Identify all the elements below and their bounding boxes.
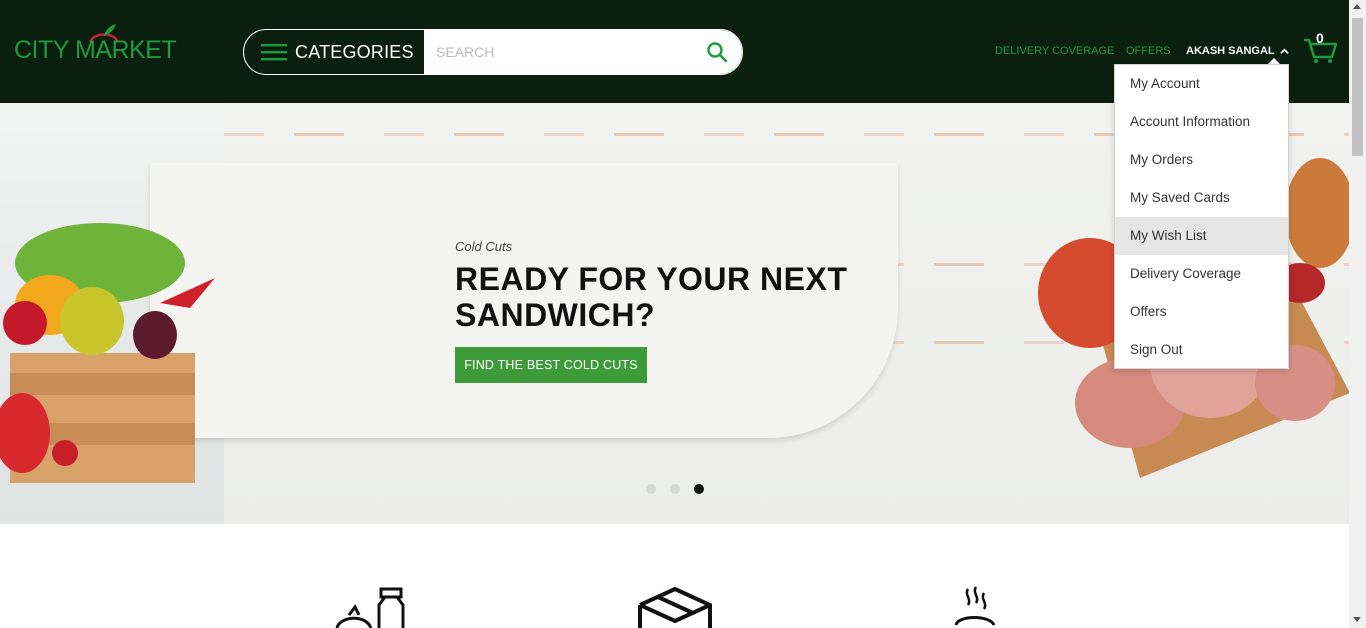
nav-offers[interactable]: OFFERS: [1126, 45, 1171, 57]
menu-item-my-wish-list[interactable]: My Wish List: [1115, 217, 1288, 255]
user-name: AKASH SANGAL: [1186, 45, 1275, 57]
slider-dots: [646, 484, 704, 494]
chevron-up-icon: [1279, 48, 1289, 54]
search-bar: CATEGORIES: [243, 29, 743, 75]
page-scrollbar[interactable]: [1349, 0, 1366, 628]
scroll-up-arrow-icon[interactable]: [1353, 4, 1361, 9]
scroll-down-arrow-icon[interactable]: [1353, 617, 1361, 622]
search-field: [424, 30, 742, 74]
menu-icon: [261, 44, 287, 61]
slide-dot-2[interactable]: [670, 484, 680, 494]
menu-item-sign-out[interactable]: Sign Out: [1115, 331, 1288, 369]
page: CITY MARKET CATEGORIES DELIVERY COVERAGE: [0, 0, 1366, 628]
box-icon: [638, 586, 712, 628]
user-dropdown-menu: My Account Account Information My Orders…: [1114, 64, 1289, 369]
brand-name: CITY MARKET: [14, 36, 177, 64]
menu-item-account-information[interactable]: Account Information: [1115, 103, 1288, 141]
menu-item-my-saved-cards[interactable]: My Saved Cards: [1115, 179, 1288, 217]
slide-dot-1[interactable]: [646, 484, 656, 494]
grocery-icon: [335, 587, 405, 628]
scroll-thumb[interactable]: [1352, 18, 1363, 156]
hero-kicker: Cold Cuts: [455, 239, 513, 254]
search-icon[interactable]: [706, 41, 728, 63]
slide-dot-3[interactable]: [694, 484, 704, 494]
hero-title: READY FOR YOUR NEXT SANDWICH?: [455, 261, 848, 333]
nav-delivery-coverage[interactable]: DELIVERY COVERAGE: [995, 45, 1114, 57]
search-input[interactable]: [424, 30, 694, 74]
menu-item-offers[interactable]: Offers: [1115, 293, 1288, 331]
cart-count-badge: 0: [1316, 30, 1324, 46]
menu-item-my-account[interactable]: My Account: [1115, 65, 1288, 103]
user-menu-toggle[interactable]: AKASH SANGAL: [1186, 45, 1289, 57]
brand-logo[interactable]: CITY MARKET: [14, 14, 177, 66]
categories-button[interactable]: CATEGORIES: [244, 30, 424, 74]
menu-item-my-orders[interactable]: My Orders: [1115, 141, 1288, 179]
hot-food-icon: [954, 586, 996, 626]
vegetable-crate-image: [0, 223, 215, 483]
menu-item-delivery-coverage[interactable]: Delivery Coverage: [1115, 255, 1288, 293]
hero-cta-button[interactable]: FIND THE BEST COLD CUTS: [455, 347, 647, 383]
categories-label: CATEGORIES: [295, 41, 414, 62]
